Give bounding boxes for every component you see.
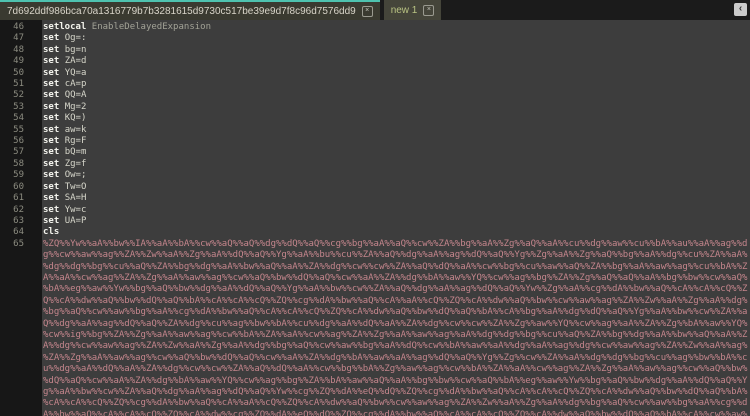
code-text: set bQ=m [43,147,86,158]
line-number: 47 [0,33,43,44]
close-icon[interactable]: × [423,5,434,16]
line-number: 54 [0,113,43,124]
tab-label: 7d692ddf986bca70a1316779b7b3281615d9730c… [7,6,356,17]
code-line[interactable]: 62set Yw=c [0,205,750,216]
code-text: set Zg=f [43,159,86,170]
line-number: 49 [0,56,43,67]
line-number: 56 [0,136,43,147]
close-icon[interactable]: × [362,6,373,17]
code-text: setlocal EnableDelayedExpansion [43,22,211,33]
line-number: 51 [0,79,43,90]
code-text: set Rg=F [43,136,86,147]
code-line[interactable]: 61set SA=H [0,193,750,204]
line-number: 53 [0,102,43,113]
code-line[interactable]: 51set cA=p [0,79,750,90]
line-number: 50 [0,68,43,79]
code-text: set aw=k [43,125,86,136]
code-line[interactable]: 56set Rg=F [0,136,750,147]
code-text: set SA=H [43,193,86,204]
code-text: set ZA=d [43,56,86,67]
code-line[interactable]: 53set Mg=2 [0,102,750,113]
code-text: set KQ=) [43,113,86,124]
code-text: set YQ=a [43,68,86,79]
code-line[interactable]: 48set bg=n [0,45,750,56]
code-text: set bg=n [43,45,86,56]
code-line[interactable]: 58set Zg=f [0,159,750,170]
tab-label: new 1 [391,5,418,16]
code-line[interactable]: 52set QQ=A [0,90,750,101]
line-number: 65 [0,239,43,416]
line-number: 57 [0,147,43,158]
code-text: set cA=p [43,79,86,90]
code-text: set QQ=A [43,90,86,101]
code-line[interactable]: 47set Og=: [0,33,750,44]
code-line[interactable]: 59set Ow=; [0,170,750,181]
tab-list-chevron-button[interactable]: ‹ [734,3,747,16]
line-number: 48 [0,45,43,56]
code-text: cls [43,227,59,238]
line-number: 64 [0,227,43,238]
code-text: set Ow=; [43,170,86,181]
line-number: 61 [0,193,43,204]
line-number: 62 [0,205,43,216]
code-line[interactable]: 63set UA=P [0,216,750,227]
code-line[interactable]: 49set ZA=d [0,56,750,67]
code-line[interactable]: 57set bQ=m [0,147,750,158]
code-text: set Og=: [43,33,86,44]
code-text: set UA=P [43,216,86,227]
code-line[interactable]: 46setlocal EnableDelayedExpansion [0,22,750,33]
code-line[interactable]: 55set aw=k [0,125,750,136]
line-number: 58 [0,159,43,170]
code-line[interactable]: 60set Tw=O [0,182,750,193]
tab-bar: 7d692ddf986bca70a1316779b7b3281615d9730c… [0,0,750,20]
tab-new-1[interactable]: new 1 × [384,0,442,20]
line-number: 52 [0,90,43,101]
line-number: 55 [0,125,43,136]
obfuscated-variable-text: %ZQ%%Yw%%aA%%bw%%IA%%aA%%bA%%cw%%aQ%%aQ%… [43,239,750,416]
line-number: 46 [0,22,43,33]
code-line[interactable]: 64cls [0,227,750,238]
code-text: set Yw=c [43,205,86,216]
line-number: 60 [0,182,43,193]
line-number: 63 [0,216,43,227]
tab-file-hash[interactable]: 7d692ddf986bca70a1316779b7b3281615d9730c… [0,0,380,20]
code-text: set Tw=O [43,182,86,193]
code-line[interactable]: 50set YQ=a [0,68,750,79]
code-line[interactable]: 54set KQ=) [0,113,750,124]
editor-pane[interactable]: 46setlocal EnableDelayedExpansion47set O… [0,20,750,416]
code-text: set Mg=2 [43,102,86,113]
code-lines: 46setlocal EnableDelayedExpansion47set O… [0,22,750,416]
code-line[interactable]: 65%ZQ%%Yw%%aA%%bw%%IA%%aA%%bA%%cw%%aQ%%a… [0,239,750,416]
line-number: 59 [0,170,43,181]
